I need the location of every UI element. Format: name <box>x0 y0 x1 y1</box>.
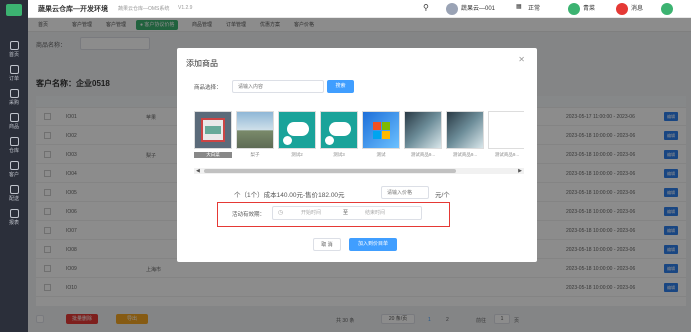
sidebar-item-label: 采购 <box>8 100 19 106</box>
product-caption: 测试商品9... <box>494 152 520 157</box>
sidebar-item[interactable]: 仓库 <box>0 134 28 156</box>
menu-icon <box>9 209 19 218</box>
price-info: 个（1个）成本140.00元-售价182.00元 <box>234 189 345 199</box>
scroll-left-icon[interactable]: ◀ <box>196 168 200 174</box>
product-image <box>278 111 316 149</box>
gallery-scrollbar[interactable]: ◀ ▶ <box>194 168 524 174</box>
menu-icon <box>9 161 19 170</box>
product-thumbnail[interactable]: 测试商品9... <box>488 111 524 159</box>
period-label: 活动有效期： <box>232 212 266 218</box>
menu-icon <box>9 41 19 50</box>
goods-search-input[interactable] <box>232 80 324 93</box>
sidebar-item-label: 报表 <box>8 220 19 226</box>
add-to-pricelist-button[interactable]: 加入到价目单 <box>349 238 397 251</box>
end-date[interactable]: 结束时间 <box>365 208 385 219</box>
logo <box>6 4 22 16</box>
sidebar-item[interactable]: 配送 <box>0 182 28 204</box>
sidebar-item[interactable]: 商品 <box>0 110 28 132</box>
app-subtitle: 蔬果云仓库—OMS系统 <box>118 6 170 12</box>
user-name[interactable]: 蔬果云—001 <box>461 3 495 12</box>
status-label[interactable]: 正常 <box>528 3 540 12</box>
product-thumbnail[interactable]: 测试3 <box>320 111 358 159</box>
product-image <box>404 111 442 149</box>
dialog-title: 添加商品 <box>186 59 218 68</box>
search-button[interactable]: 搜索 <box>327 80 354 93</box>
product-thumbnail[interactable]: 测试商品9... <box>446 111 484 159</box>
sidebar-item-label: 订单 <box>8 76 19 82</box>
product-thumbnail[interactable]: 大白菜 <box>194 111 232 159</box>
add-product-dialog: 添加商品 ✕ 商品选择： 搜索 大白菜 梨子 测试2 测试3 测试 测试商品9... 测试商… <box>177 48 537 262</box>
product-caption: 测试2 <box>291 152 303 157</box>
product-image <box>320 111 358 149</box>
goods-label: 商品选择： <box>194 85 222 91</box>
sidebar-item[interactable]: 报表 <box>0 206 28 228</box>
scroll-right-icon[interactable]: ▶ <box>518 168 522 174</box>
product-image <box>236 111 274 149</box>
sidebar-item[interactable]: 首页 <box>0 38 28 60</box>
menu-icon <box>9 113 19 122</box>
date-range-picker[interactable]: ◷ 开始时间 至 结束时间 <box>272 206 422 220</box>
price-text: 个）成本140.00元-售价182.00元 <box>250 192 345 199</box>
top-bar: 蔬果云仓库—开发环境 蔬果云仓库—OMS系统 V1.2.9 ⚲ 蔬果云—001 … <box>28 0 691 18</box>
red-label[interactable]: 消息 <box>631 3 643 12</box>
product-thumbnail[interactable]: 测试商品9... <box>404 111 442 159</box>
menu-icon <box>9 65 19 74</box>
sidebar-item[interactable]: 订单 <box>0 62 28 84</box>
price-unit: 元/个 <box>435 192 450 199</box>
product-caption: 测试3 <box>333 152 345 157</box>
app-version: V1.2.9 <box>178 5 193 11</box>
product-gallery: 大白菜 梨子 测试2 测试3 测试 测试商品9... 测试商品9... 测试商品9... <box>194 111 524 167</box>
product-caption: 测试 <box>376 152 386 157</box>
clock-icon: ◷ <box>278 210 284 216</box>
sidebar-item-label: 首页 <box>8 52 19 58</box>
product-image <box>362 111 400 149</box>
product-image <box>446 111 484 149</box>
sidebar: 首页订单采购商品仓库客户配送报表 <box>0 0 28 332</box>
product-caption: 梨子 <box>250 152 260 157</box>
sidebar-item-label: 商品 <box>8 124 19 130</box>
product-thumbnail[interactable]: 测试 <box>362 111 400 159</box>
product-thumbnail[interactable]: 梨子 <box>236 111 274 159</box>
start-date[interactable]: 开始时间 <box>301 208 321 219</box>
menu-icon <box>9 185 19 194</box>
app-title: 蔬果云仓库—开发环境 <box>38 6 108 13</box>
product-image <box>194 111 232 149</box>
product-image <box>488 111 524 149</box>
menu-icon <box>9 137 19 146</box>
sidebar-item-label: 配送 <box>8 196 19 202</box>
product-caption: 大白菜 <box>194 152 232 158</box>
product-caption: 测试商品9... <box>410 152 436 157</box>
price-input[interactable] <box>381 186 429 199</box>
sidebar-item[interactable]: 客户 <box>0 158 28 180</box>
red-avatar[interactable] <box>616 3 628 15</box>
apps-icon[interactable]: ▦ <box>516 3 522 10</box>
green-label[interactable]: 青菜 <box>583 3 595 12</box>
scroll-thumb[interactable] <box>204 169 456 173</box>
settings-icon[interactable] <box>661 3 673 15</box>
menu-icon <box>9 89 19 98</box>
cancel-button[interactable]: 取 消 <box>313 238 341 251</box>
user-avatar[interactable] <box>446 3 458 15</box>
sidebar-item-label: 仓库 <box>8 148 19 154</box>
product-thumbnail[interactable]: 测试2 <box>278 111 316 159</box>
sidebar-item[interactable]: 采购 <box>0 86 28 108</box>
price-prefix: 个（ <box>234 192 247 199</box>
search-icon[interactable]: ⚲ <box>423 3 429 12</box>
green-avatar[interactable] <box>568 3 580 15</box>
sidebar-item-label: 客户 <box>8 172 19 178</box>
close-icon[interactable]: ✕ <box>518 55 525 64</box>
product-caption: 测试商品9... <box>452 152 478 157</box>
to-label: 至 <box>343 210 349 216</box>
